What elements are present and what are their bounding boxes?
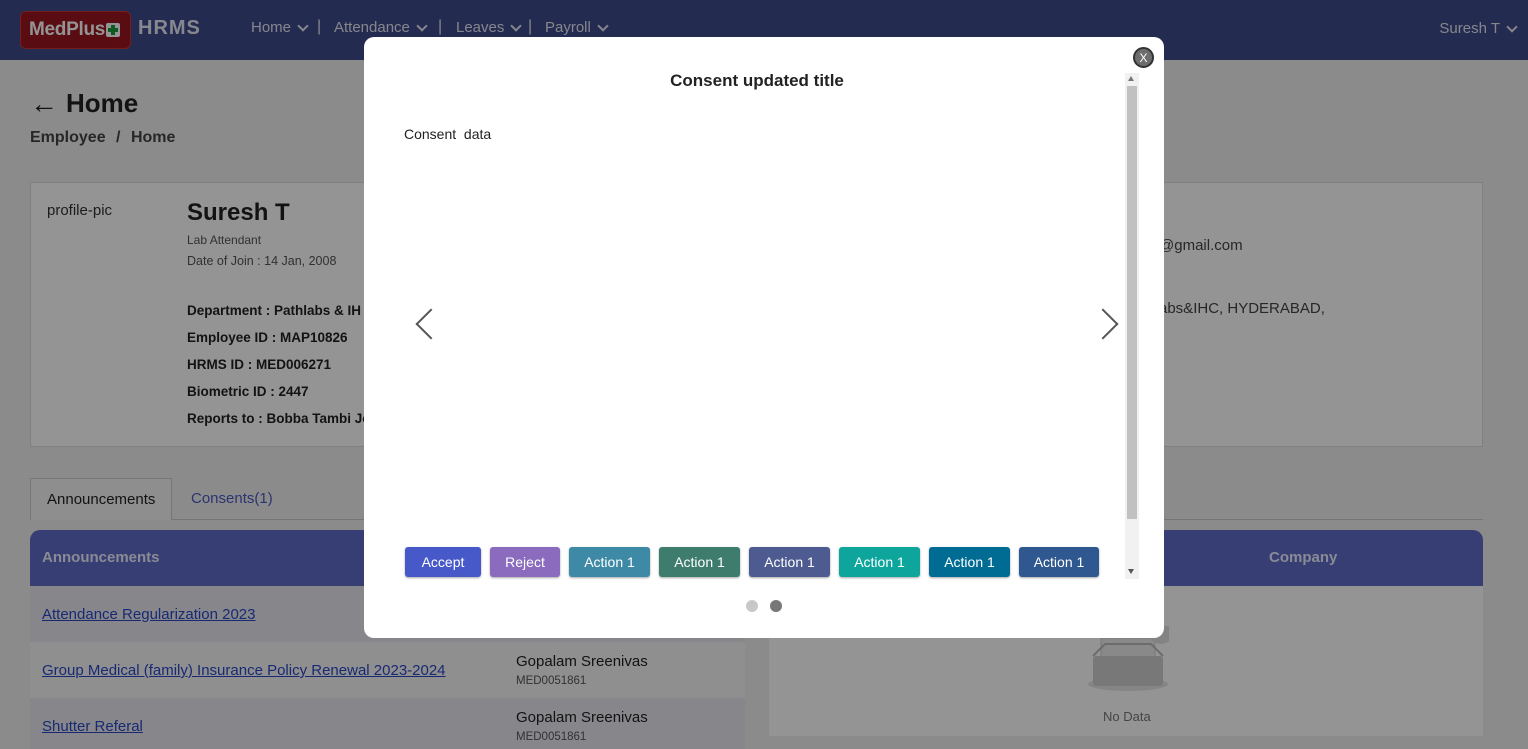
action-button[interactable]: Action 1 — [929, 547, 1010, 577]
action-button[interactable]: Action 1 — [749, 547, 830, 577]
reject-button[interactable]: Reject — [490, 547, 560, 577]
slide-indicators — [746, 600, 782, 612]
close-button[interactable]: X — [1133, 47, 1154, 68]
action-button[interactable]: Action 1 — [1019, 547, 1099, 577]
consent-body: Consent data — [404, 126, 492, 142]
consent-modal: X Consent updated title Consent data Acc… — [364, 37, 1164, 638]
action-button[interactable]: Action 1 — [659, 547, 740, 577]
action-button[interactable]: Action 1 — [839, 547, 920, 577]
action-button[interactable]: Action 1 — [569, 547, 650, 577]
modal-scrollbar[interactable] — [1125, 73, 1139, 579]
chevron-left-icon[interactable] — [415, 308, 447, 340]
modal-title: Consent updated title — [670, 71, 844, 90]
slide-dot[interactable] — [770, 600, 782, 612]
chevron-right-icon[interactable] — [1087, 308, 1119, 340]
slide-dot[interactable] — [746, 600, 758, 612]
scroll-down-icon[interactable] — [1128, 569, 1134, 574]
scroll-up-icon[interactable] — [1128, 76, 1134, 81]
accept-button[interactable]: Accept — [405, 547, 481, 577]
scroll-thumb[interactable] — [1127, 86, 1137, 519]
